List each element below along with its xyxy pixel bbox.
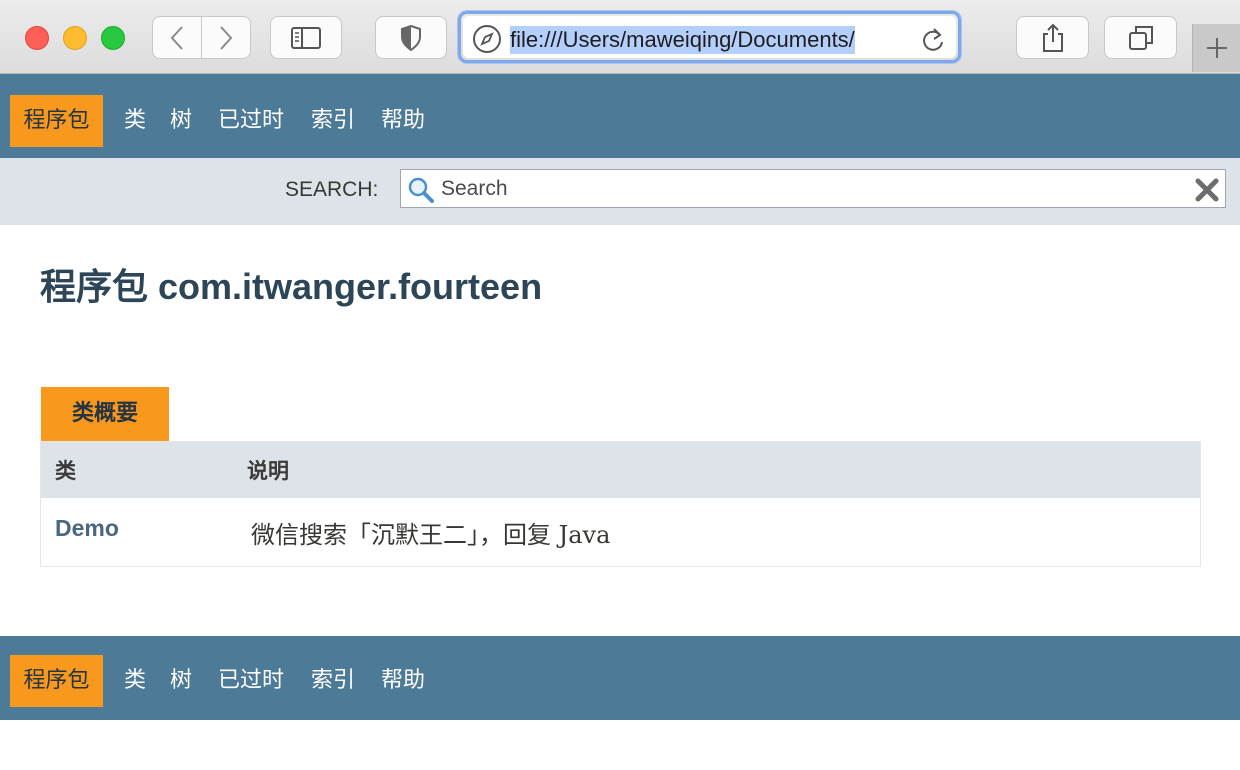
nav-item-package: 程序包 (10, 95, 103, 147)
page-title: 程序包 com.itwanger.fourteen (40, 266, 543, 307)
browser-toolbar: file:///Users/maweiqing/Documents/ (0, 0, 1240, 74)
compass-icon (473, 25, 501, 53)
shield-icon (401, 24, 421, 51)
zoom-window-button[interactable] (101, 26, 125, 50)
reload-icon[interactable] (920, 26, 946, 54)
nav-item-help[interactable]: 帮助 (381, 655, 425, 707)
share-button[interactable] (1016, 16, 1089, 59)
nav-item-package: 程序包 (10, 655, 103, 707)
sidebar-icon (291, 26, 321, 49)
class-summary-table: 类 说明 Demo 微信搜索「沉默王二」，回复 Java (40, 441, 1201, 567)
nav-item-deprecated[interactable]: 已过时 (218, 95, 284, 147)
nav-item-class[interactable]: 类 (124, 95, 146, 147)
class-summary-caption: 类概要 (41, 387, 169, 441)
search-box[interactable] (400, 169, 1226, 208)
nav-item-tree[interactable]: 树 (170, 95, 192, 147)
column-header-description: 说明 (247, 459, 289, 483)
class-description: 微信搜索「沉默王二」，回复 Java (251, 521, 611, 549)
nav-item-index[interactable]: 索引 (311, 655, 355, 707)
top-navbar: 程序包 类 树 已过时 索引 帮助 (0, 74, 1240, 158)
new-tab-button[interactable] (1192, 24, 1240, 72)
sidebar-toggle-button[interactable] (270, 16, 342, 59)
column-header-class: 类 (55, 459, 76, 483)
search-input[interactable] (441, 170, 1181, 207)
share-icon (1042, 23, 1063, 52)
minimize-window-button[interactable] (63, 26, 87, 50)
clear-search-icon[interactable] (1195, 178, 1219, 202)
class-link-demo[interactable]: Demo (55, 515, 119, 542)
table-header: 类 说明 (41, 442, 1200, 498)
nav-item-index[interactable]: 索引 (311, 95, 355, 147)
search-label: SEARCH: (285, 178, 379, 201)
search-bar: SEARCH: (0, 158, 1240, 225)
address-bar[interactable]: file:///Users/maweiqing/Documents/ (458, 11, 961, 63)
plus-icon (1206, 38, 1227, 58)
tabs-icon (1128, 25, 1153, 50)
back-button[interactable] (152, 16, 202, 59)
bottom-navbar: 程序包 类 树 已过时 索引 帮助 (0, 636, 1240, 720)
back-chevron-icon (170, 25, 183, 50)
forward-button[interactable] (201, 16, 251, 59)
table-row: Demo 微信搜索「沉默王二」，回复 Java (41, 498, 1200, 566)
url-text[interactable]: file:///Users/maweiqing/Documents/ (510, 26, 855, 54)
nav-item-help[interactable]: 帮助 (381, 95, 425, 147)
privacy-report-button[interactable] (375, 16, 447, 59)
nav-item-deprecated[interactable]: 已过时 (218, 655, 284, 707)
search-icon (408, 177, 434, 203)
forward-chevron-icon (220, 25, 233, 50)
close-window-button[interactable] (25, 26, 49, 50)
show-tabs-button[interactable] (1104, 16, 1177, 59)
nav-item-tree[interactable]: 树 (170, 655, 192, 707)
nav-item-class[interactable]: 类 (124, 655, 146, 707)
